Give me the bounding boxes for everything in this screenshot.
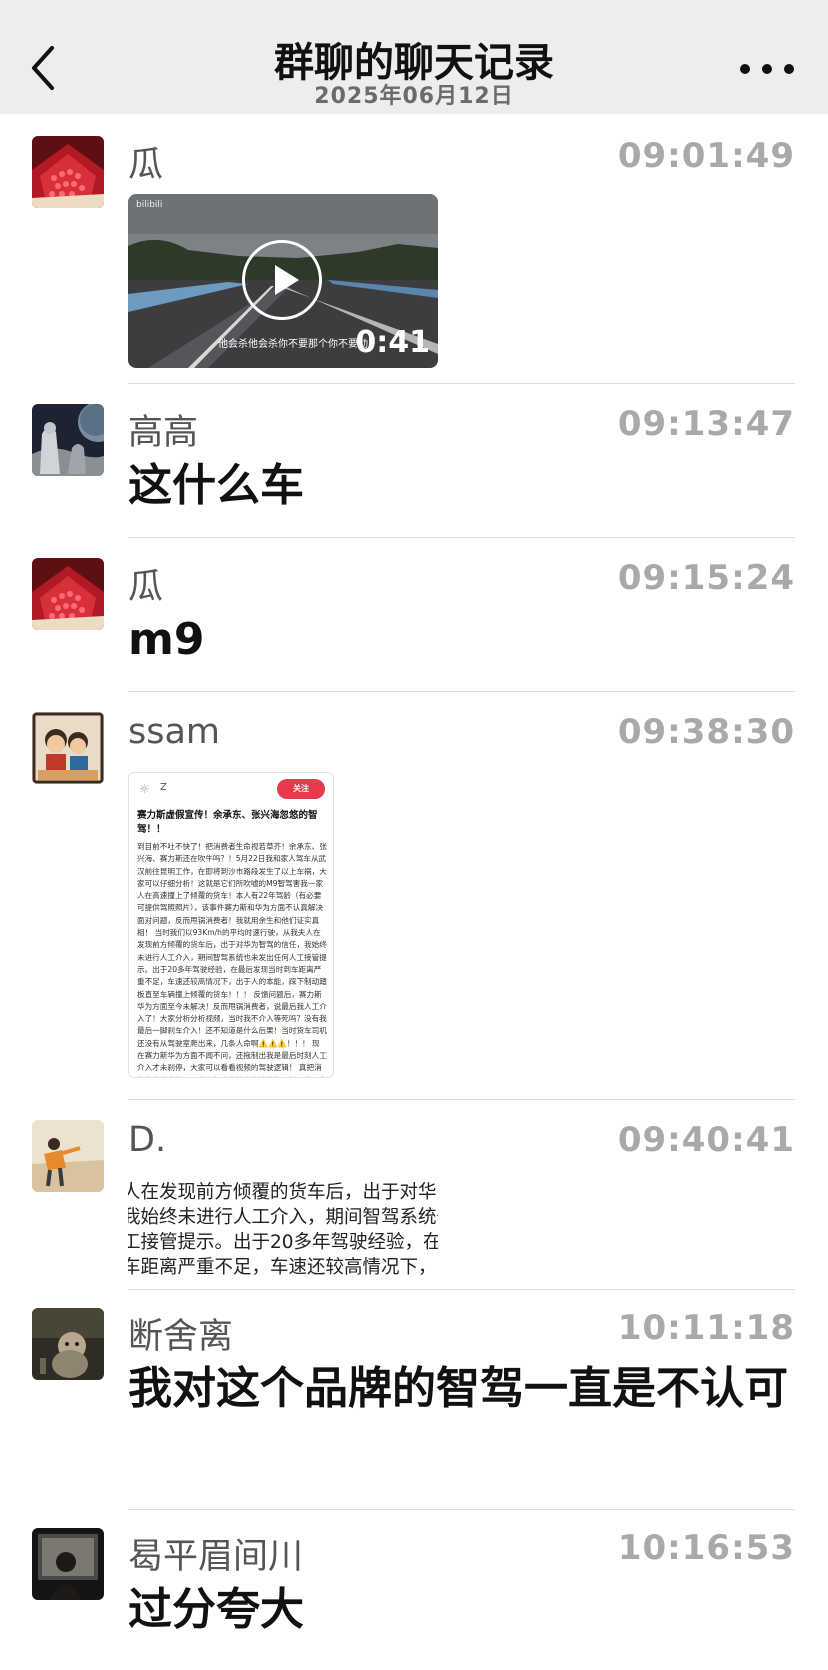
avatar[interactable]: [32, 404, 104, 476]
sender-name: 高高: [128, 413, 199, 453]
doc-title: 赛力斯虚假宣传！余承东、张兴海忽悠的智驾！！: [137, 810, 318, 835]
timestamp: 09:13:47: [617, 404, 795, 444]
more-dots-icon[interactable]: [740, 54, 794, 84]
doc-body: 到目前不吐不快了！把消费者生命视若草芥！余承东、张兴海、赛力斯还在吹牛吗？！5月…: [137, 842, 327, 1077]
message-item: D. 09:40:41 人在发现前方倾覆的货车后，出于对华为智 我始终未进行人工…: [0, 1100, 828, 1290]
snippet-line: 工接管提示。出于20多年驾驶经验，在最后: [128, 1232, 438, 1253]
avatar[interactable]: [32, 1120, 104, 1192]
message-item: 高高 09:13:47 这什么车: [0, 384, 828, 538]
sender-name: D.: [128, 1120, 167, 1160]
avatar[interactable]: [32, 558, 104, 630]
video-thumbnail[interactable]: bilibili 他会杀他会杀你不要那个你不要动 0:41: [128, 194, 438, 368]
video-caption: 他会杀他会杀你不要那个你不要动: [218, 339, 368, 350]
follow-button[interactable]: 关注: [277, 779, 325, 799]
avatar[interactable]: [32, 136, 104, 208]
snippet-line: 我始终未进行人工介入，期间智驾系统也未: [128, 1207, 438, 1228]
avatar[interactable]: [32, 1308, 104, 1380]
timestamp: 09:15:24: [617, 558, 795, 598]
message-text: 过分夸大: [128, 1584, 304, 1635]
message-text: 这什么车: [128, 460, 304, 511]
page-date: 2025年06月12日: [314, 84, 514, 109]
avatar[interactable]: [32, 1528, 104, 1600]
sun-icon: ☼: [139, 782, 150, 796]
avatar[interactable]: [32, 712, 104, 784]
snippet-line: 人在发现前方倾覆的货车后，出于对华为智: [128, 1182, 438, 1203]
sender-name: 曷平眉间川: [128, 1537, 304, 1577]
snippet-line: 车距离严重不足，车速还较高情况下，出于: [128, 1257, 438, 1278]
video-duration: 0:41: [355, 325, 430, 360]
message-text: m9: [128, 614, 205, 665]
message-item: 曷平眉间川 10:16:53 过分夸大: [0, 1510, 828, 1670]
timestamp: 09:40:41: [617, 1120, 795, 1160]
play-icon[interactable]: [242, 240, 322, 320]
sender-name: 断舍离: [128, 1317, 234, 1357]
timestamp: 09:38:30: [617, 712, 795, 752]
message-text: 我对这个品牌的智驾一直是不认可: [128, 1363, 788, 1414]
timestamp: 10:11:18: [617, 1308, 795, 1348]
sender-name: ssam: [128, 712, 221, 752]
doc-author: Z: [160, 782, 167, 793]
message-item: ssam 09:38:30 ☼ Z 关注 赛力斯虚假宣传！余承东、张兴海忽悠的智…: [0, 692, 828, 1100]
video-watermark: bilibili: [136, 200, 163, 210]
timestamp: 10:16:53: [617, 1528, 795, 1568]
document-card[interactable]: ☼ Z 关注 赛力斯虚假宣传！余承东、张兴海忽悠的智驾！！ 到目前不吐不快了！把…: [128, 772, 334, 1078]
text-snippet-image[interactable]: 人在发现前方倾覆的货车后，出于对华为智 我始终未进行人工介入，期间智驾系统也未 …: [128, 1180, 438, 1284]
message-item: 瓜 09:15:24 m9: [0, 538, 828, 692]
sender-name: 瓜: [128, 567, 164, 607]
message-item: 瓜 09:01:49 bilibili 他会杀他会杀你不要那个你不要动 0:41: [0, 114, 828, 384]
timestamp: 09:01:49: [617, 136, 795, 176]
sender-name: 瓜: [128, 145, 164, 185]
message-item: 断舍离 10:11:18 我对这个品牌的智驾一直是不认可: [0, 1290, 828, 1510]
nav-bar: 群聊的聊天记录 2025年06月12日: [0, 0, 828, 114]
